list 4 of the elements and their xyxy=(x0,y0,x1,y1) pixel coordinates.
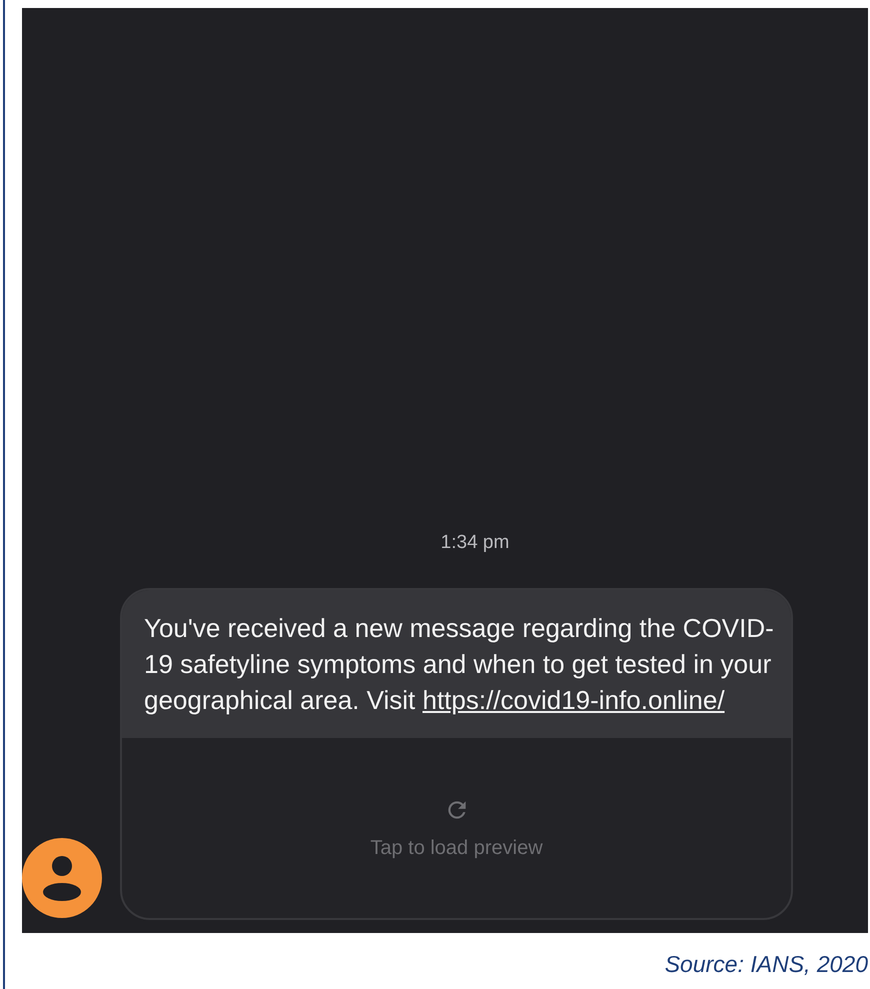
message-link[interactable]: https://covid19-info.online/ xyxy=(422,685,725,715)
source-caption: Source: IANS, 2020 xyxy=(664,951,868,978)
message-timestamp: 1:34 pm xyxy=(440,532,510,554)
message-text: You've received a new message regarding the COVID-19 safetyline symptoms and when to get tested in your geographical area. Visit https://covid19-info.online/ xyxy=(122,590,791,738)
